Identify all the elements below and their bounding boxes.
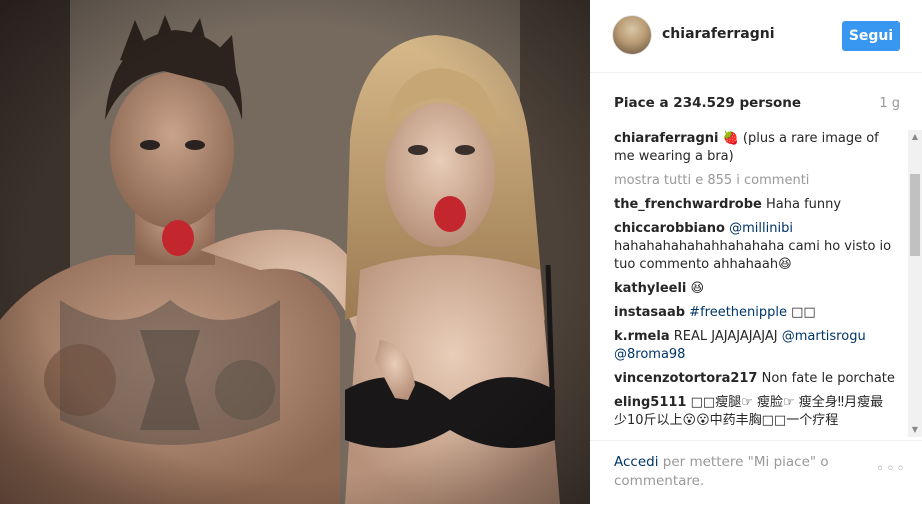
comment-text: □□	[791, 305, 816, 320]
comment-text: 😆	[690, 281, 705, 296]
post-photo[interactable]	[0, 0, 590, 504]
comment-text: Non fate le porchate	[761, 371, 895, 386]
caption-username[interactable]: chiaraferragni	[614, 131, 718, 146]
comment-item: vincenzotortora217 Non fate le porchate	[614, 370, 896, 388]
login-link[interactable]: Accedi	[614, 454, 658, 470]
comment-item: kathyleeli 😆	[614, 280, 896, 298]
post-author-username[interactable]: chiaraferragni	[662, 26, 775, 42]
comment-item: k.rmela REAL JAJAJAJAJAJ @martisrogu @8r…	[614, 328, 896, 364]
comment-username[interactable]: vincenzotortora217	[614, 371, 757, 386]
scroll-up-arrow-icon[interactable]: ▲	[908, 130, 922, 144]
photo-illustration	[0, 0, 590, 504]
comment-text: REAL JAJAJAJAJAJ	[673, 329, 778, 344]
scrollbar-thumb[interactable]	[910, 174, 920, 256]
post-header: chiaraferragni Segui	[590, 0, 922, 73]
comment-text: Haha funny	[766, 197, 842, 212]
post-age[interactable]: 1 g	[879, 96, 900, 111]
comment-username[interactable]: instasaab	[614, 305, 685, 320]
likes-count[interactable]: Piace a 234.529 persone	[614, 95, 801, 111]
more-options-icon[interactable]: ◦◦◦	[876, 461, 907, 477]
comment-item: instasaab #freethenipple □□	[614, 304, 896, 322]
comment-hashtag[interactable]: #freethenipple	[689, 305, 787, 320]
comments-scrollbar[interactable]: ▲ ▼	[908, 130, 922, 437]
instagram-post-view: chiaraferragni Segui Piace a 234.529 per…	[0, 0, 922, 504]
comment-item: chiccarobbiano @millinibi hahahahahahahh…	[614, 220, 896, 274]
comment-username[interactable]: the_frenchwardrobe	[614, 197, 762, 212]
comment-username[interactable]: eling5111	[614, 395, 686, 410]
comments-list: chiaraferragni 🍓 (plus a rare image of m…	[614, 130, 896, 442]
comment-username[interactable]: chiccarobbiano	[614, 221, 725, 236]
post-footer: Accedi per mettere "Mi piace" o commenta…	[590, 440, 922, 505]
follow-button[interactable]: Segui	[842, 21, 900, 51]
show-all-comments-link[interactable]: mostra tutti e 855 i commenti	[614, 172, 896, 190]
comment-item: the_frenchwardrobe Haha funny	[614, 196, 896, 214]
scroll-down-arrow-icon[interactable]: ▼	[908, 423, 922, 437]
comment-item: eling5111 □□瘦腿☞ 瘦脸☞ 瘦全身‼月瘦最少10斤以上😮😮中药丰胸□…	[614, 394, 896, 430]
comment-text: hahahahahahahhahahaha cami ho visto io t…	[614, 239, 892, 272]
login-prompt: Accedi per mettere "Mi piace" o commenta…	[614, 453, 844, 491]
post-side-panel: chiaraferragni Segui Piace a 234.529 per…	[590, 0, 922, 504]
comment-mention[interactable]: @millinibi	[729, 221, 793, 236]
comment-username[interactable]: kathyleeli	[614, 281, 686, 296]
caption: chiaraferragni 🍓 (plus a rare image of m…	[614, 130, 896, 166]
avatar[interactable]	[612, 15, 652, 55]
comment-username[interactable]: k.rmela	[614, 329, 670, 344]
